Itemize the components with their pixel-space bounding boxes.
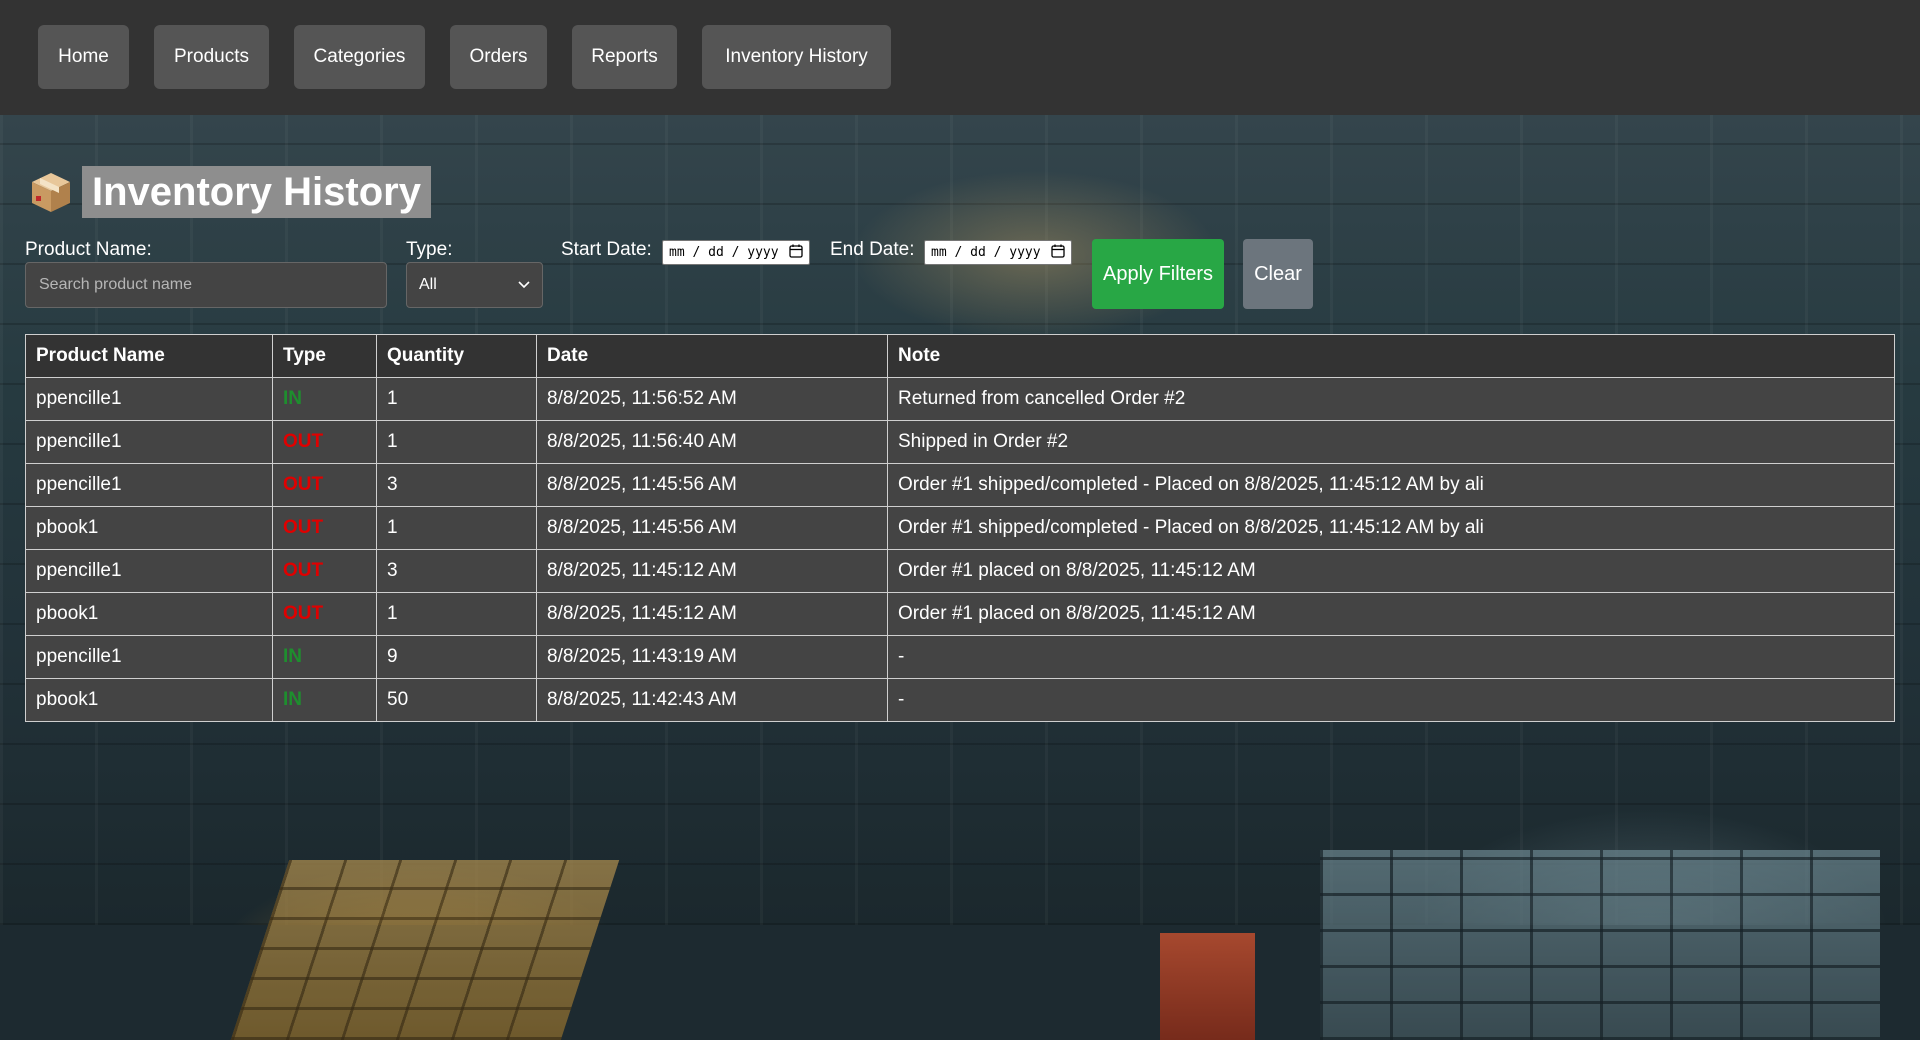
nav-orders-button[interactable]: Orders xyxy=(450,25,547,89)
quantity-cell: 1 xyxy=(376,592,537,636)
quantity-cell: 1 xyxy=(376,506,537,550)
date-cell: 8/8/2025, 11:56:52 AM xyxy=(536,377,888,421)
product-name-cell: ppencille1 xyxy=(25,420,273,464)
nav-reports-button[interactable]: Reports xyxy=(572,25,677,89)
type-label: Type: xyxy=(406,239,453,260)
end-date-input[interactable]: mm / dd / yyyy xyxy=(924,240,1072,265)
column-header: Date xyxy=(536,334,888,378)
product-name-cell: pbook1 xyxy=(25,592,273,636)
quantity-cell: 1 xyxy=(376,377,537,421)
product-name-cell: ppencille1 xyxy=(25,549,273,593)
date-cell: 8/8/2025, 11:56:40 AM xyxy=(536,420,888,464)
table-row: ppencille1 IN 1 8/8/2025, 11:56:52 AM Return… xyxy=(25,377,1895,421)
type-cell: OUT xyxy=(272,592,377,636)
table-row: pbook1 OUT 1 8/8/2025, 11:45:12 AM Order #1 … xyxy=(25,592,1895,636)
page-title: Inventory History xyxy=(82,166,431,218)
product-name-cell: ppencille1 xyxy=(25,635,273,679)
end-date-label: End Date: xyxy=(830,239,915,260)
product-name-cell: ppencille1 xyxy=(25,463,273,507)
note-cell: Order #1 shipped/completed - Placed on 8… xyxy=(887,506,1895,550)
calendar-icon[interactable] xyxy=(1051,244,1065,262)
table-row: ppencille1 OUT 1 8/8/2025, 11:56:40 AM Shipp… xyxy=(25,420,1895,464)
note-cell: Shipped in Order #2 xyxy=(887,420,1895,464)
quantity-cell: 1 xyxy=(376,420,537,464)
table-header-row: Product Name Type Quantity Date Note xyxy=(25,334,1895,378)
type-cell: IN xyxy=(272,678,377,722)
type-cell: OUT xyxy=(272,420,377,464)
product-name-cell: ppencille1 xyxy=(25,377,273,421)
type-select-value: All xyxy=(419,276,437,293)
type-cell: IN xyxy=(272,377,377,421)
inventory-history-table: Product Name Type Quantity Date Note ppe… xyxy=(25,334,1895,722)
date-cell: 8/8/2025, 11:45:12 AM xyxy=(536,592,888,636)
top-navbar: Home Products Categories Orders Reports … xyxy=(0,0,1920,115)
product-name-label: Product Name: xyxy=(25,239,152,260)
note-cell: - xyxy=(887,635,1895,679)
table-row: pbook1 IN 50 8/8/2025, 11:42:43 AM - xyxy=(25,678,1895,722)
type-cell: IN xyxy=(272,635,377,679)
quantity-cell: 3 xyxy=(376,463,537,507)
package-icon xyxy=(28,169,74,215)
date-cell: 8/8/2025, 11:42:43 AM xyxy=(536,678,888,722)
quantity-cell: 50 xyxy=(376,678,537,722)
table-row: ppencille1 OUT 3 8/8/2025, 11:45:12 AM Order… xyxy=(25,549,1895,593)
nav-home-button[interactable]: Home xyxy=(38,25,129,89)
type-cell: OUT xyxy=(272,506,377,550)
product-name-cell: pbook1 xyxy=(25,506,273,550)
type-cell: OUT xyxy=(272,549,377,593)
quantity-cell: 9 xyxy=(376,635,537,679)
date-cell: 8/8/2025, 11:45:12 AM xyxy=(536,549,888,593)
clear-button[interactable]: Clear xyxy=(1243,239,1313,309)
date-cell: 8/8/2025, 11:43:19 AM xyxy=(536,635,888,679)
note-cell: Order #1 placed on 8/8/2025, 11:45:12 AM xyxy=(887,549,1895,593)
chevron-down-icon xyxy=(518,276,530,294)
column-header: Product Name xyxy=(25,334,273,378)
machine-decoration xyxy=(1160,933,1255,1040)
note-cell: Returned from cancelled Order #2 xyxy=(887,377,1895,421)
table-row: pbook1 OUT 1 8/8/2025, 11:45:56 AM Order #1 … xyxy=(25,506,1895,550)
product-search-input[interactable] xyxy=(25,262,387,308)
note-cell: Order #1 shipped/completed - Placed on 8… xyxy=(887,463,1895,507)
end-date-placeholder: mm / dd / yyyy xyxy=(931,245,1041,260)
main-content: Inventory History Product Name: Type: Al… xyxy=(0,115,1920,925)
product-name-cell: pbook1 xyxy=(25,678,273,722)
note-cell: Order #1 placed on 8/8/2025, 11:45:12 AM xyxy=(887,592,1895,636)
column-header: Type xyxy=(272,334,377,378)
nav-products-button[interactable]: Products xyxy=(154,25,269,89)
type-cell: OUT xyxy=(272,463,377,507)
nav-inventory-history-button[interactable]: Inventory History xyxy=(702,25,891,89)
start-date-placeholder: mm / dd / yyyy xyxy=(669,245,779,260)
page-header: Inventory History xyxy=(28,165,431,219)
column-header: Note xyxy=(887,334,1895,378)
nav-categories-button[interactable]: Categories xyxy=(294,25,425,89)
table-body: ppencille1 IN 1 8/8/2025, 11:56:52 AM Return… xyxy=(25,377,1895,722)
note-cell: - xyxy=(887,678,1895,722)
start-date-input[interactable]: mm / dd / yyyy xyxy=(662,240,810,265)
start-date-label: Start Date: xyxy=(561,239,652,260)
apply-filters-button[interactable]: Apply Filters xyxy=(1092,239,1224,309)
date-cell: 8/8/2025, 11:45:56 AM xyxy=(536,506,888,550)
date-cell: 8/8/2025, 11:45:56 AM xyxy=(536,463,888,507)
quantity-cell: 3 xyxy=(376,549,537,593)
calendar-icon[interactable] xyxy=(789,244,803,262)
column-header: Quantity xyxy=(376,334,537,378)
table-row: ppencille1 OUT 3 8/8/2025, 11:45:56 AM Order… xyxy=(25,463,1895,507)
table-row: ppencille1 IN 9 8/8/2025, 11:43:19 AM - xyxy=(25,635,1895,679)
type-select[interactable]: All xyxy=(406,262,543,308)
